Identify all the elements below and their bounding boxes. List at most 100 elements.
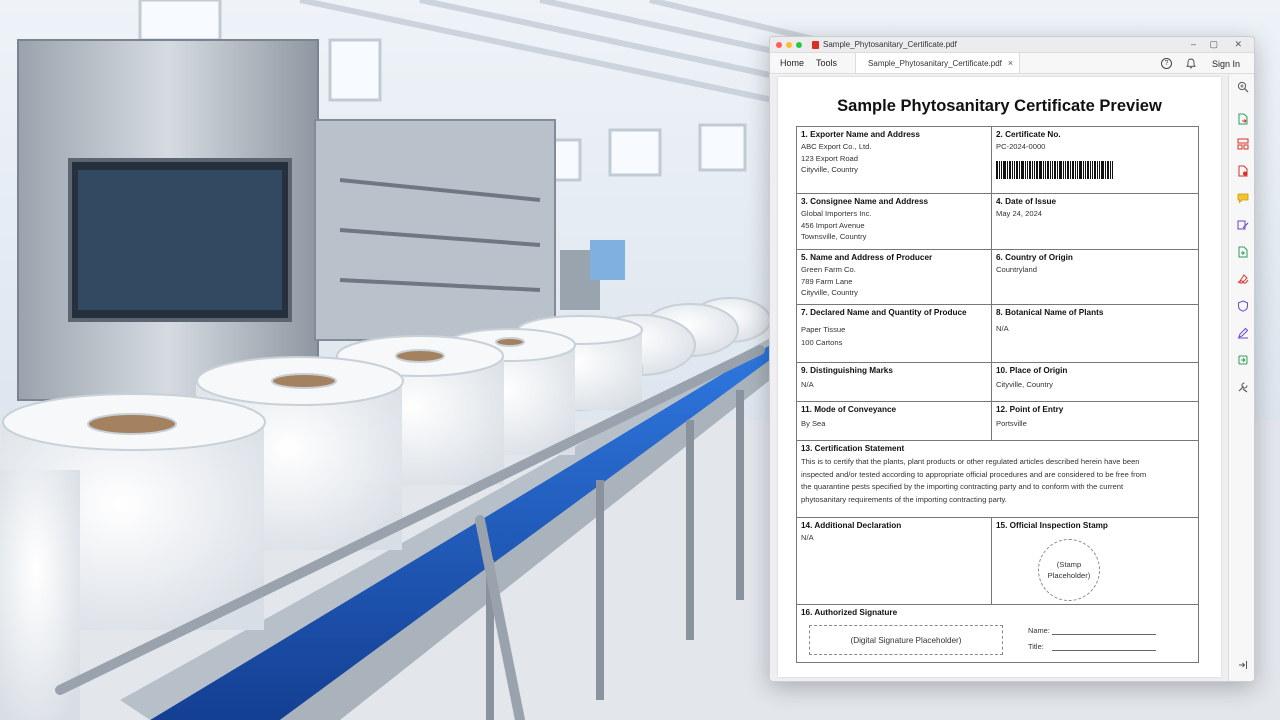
minimize-traffic-light[interactable] [786, 41, 792, 48]
botanical-name-value: N/A [996, 324, 1009, 333]
conveyance-cell: 11. Mode of Conveyance By Sea [797, 402, 992, 441]
certificate-grid: 1. Exporter Name and Address ABC Export … [796, 126, 1199, 663]
date-of-issue-cell: 4. Date of Issue May 24, 2024 [992, 194, 1198, 250]
marks-label: 9. Distinguishing Marks [801, 366, 893, 375]
maximize-button[interactable]: ▢ [1209, 39, 1218, 49]
stamp-placeholder: (Stamp Placeholder) [1038, 539, 1100, 601]
barcode-bar [1007, 160, 1008, 179]
export-pdf-icon[interactable] [1237, 113, 1249, 125]
place-of-origin-cell: 10. Place of Origin Cityville, Country [992, 363, 1198, 402]
sign-in-button[interactable]: Sign In [1212, 59, 1240, 69]
request-signature-icon[interactable] [1237, 219, 1249, 231]
document-tab[interactable]: Sample_Phytosanitary_Certificate.pdf × [855, 53, 1021, 73]
marks-cell: 9. Distinguishing Marks N/A [797, 363, 992, 402]
barcode-bar [1012, 160, 1013, 179]
signature-placeholder[interactable]: (Digital Signature Placeholder) [809, 625, 1003, 655]
exporter-line: Cityville, Country [801, 165, 858, 174]
conveyance-label: 11. Mode of Conveyance [801, 405, 897, 414]
producer-label: 5. Name and Address of Producer [801, 253, 933, 262]
tools-menu[interactable]: Tools [814, 53, 847, 73]
zoom-icon[interactable] [1237, 81, 1249, 93]
botanical-name-cell: 8. Botanical Name of Plants N/A [992, 305, 1198, 363]
document-tab-label: Sample_Phytosanitary_Certificate.pdf [868, 58, 1002, 68]
statement-line: the quarantine pests specified by the im… [801, 482, 1124, 491]
barcode-bar [1070, 160, 1071, 179]
certificate-no-cell: 2. Certificate No. PC-2024-0000 [992, 127, 1198, 194]
country-of-origin-cell: 6. Country of Origin Countryland [992, 250, 1198, 305]
producer-cell: 5. Name and Address of Producer Green Fa… [797, 250, 992, 305]
name-label: Name: [1028, 626, 1050, 635]
barcode-bar [1112, 160, 1113, 179]
barcode-bar [1063, 160, 1064, 179]
authorized-signature-label: 16. Authorized Signature [801, 608, 898, 617]
point-of-entry-cell: 12. Point of Entry Portsville [992, 402, 1198, 441]
organize-pages-icon[interactable] [1237, 138, 1249, 150]
fill-sign-icon[interactable] [1237, 273, 1249, 285]
close-traffic-light[interactable] [776, 41, 782, 48]
barcode-bar [1043, 160, 1044, 179]
edit-pdf-icon[interactable] [1237, 165, 1249, 177]
markup-icon[interactable] [1237, 327, 1249, 339]
barcode-bar [1079, 160, 1082, 179]
compress-icon[interactable] [1237, 354, 1249, 366]
barcode-bar [1052, 160, 1053, 179]
produce-line: 100 Cartons [801, 338, 843, 347]
stamp-line: (Stamp [1056, 560, 1082, 569]
help-icon[interactable]: ? [1160, 58, 1172, 69]
inspection-stamp-cell: 15. Official Inspection Stamp (Stamp Pla… [992, 518, 1198, 605]
additional-declaration-label: 14. Additional Declaration [801, 521, 902, 530]
conveyance-value: By Sea [801, 419, 826, 428]
certification-statement-cell: 13. Certification Statement This is to c… [797, 441, 1198, 518]
minimize-button[interactable]: – [1191, 39, 1196, 49]
barcode-bar [1105, 160, 1106, 179]
additional-declaration-cell: 14. Additional Declaration N/A [797, 518, 992, 605]
stamp-line: Placeholder) [1047, 571, 1091, 580]
certificate-no-value: PC-2024-0000 [996, 142, 1046, 151]
exporter-line: 123 Export Road [801, 153, 858, 163]
barcode-bar [1099, 160, 1100, 179]
zoom-traffic-light[interactable] [796, 41, 802, 48]
comment-icon[interactable] [1237, 192, 1249, 204]
barcode-bar [1057, 160, 1058, 179]
producer-line: 789 Farm Lane [801, 276, 853, 286]
barcode-bar [1001, 160, 1002, 179]
create-pdf-icon[interactable] [1237, 246, 1249, 258]
barcode-bar [1032, 160, 1033, 179]
barcode-bar [1072, 160, 1074, 179]
barcode-bar [999, 160, 1000, 179]
close-button[interactable]: ✕ [1234, 39, 1242, 49]
certification-statement-label: 13. Certification Statement [801, 444, 905, 453]
consignee-line: Global Importers Inc. [801, 209, 872, 218]
pdf-viewer-window: Sample_Phytosanitary_Certificate.pdf – ▢… [769, 36, 1255, 682]
produce-label: 7. Declared Name and Quantity of Produce [801, 308, 967, 317]
tab-close-icon[interactable]: × [1008, 58, 1013, 68]
notification-bell-icon[interactable] [1186, 58, 1196, 69]
barcode-bar [1003, 160, 1006, 179]
barcode-bar [1090, 160, 1091, 179]
barcode-bar [1107, 160, 1109, 179]
statement-line: phytosanitary requirements of the import… [801, 494, 1007, 504]
barcode-bar [1092, 160, 1093, 179]
barcode-bar [1059, 160, 1062, 179]
main-toolbar: Home Tools Sample_Phytosanitary_Certific… [770, 53, 1254, 74]
more-tools-icon[interactable] [1237, 381, 1249, 393]
marks-value: N/A [801, 380, 814, 389]
date-of-issue-label: 4. Date of Issue [996, 197, 1057, 206]
collapse-panel-icon[interactable] [1237, 659, 1249, 671]
statement-line: This is to certify that the plants, plan… [801, 457, 1140, 466]
barcode-bar [1034, 160, 1035, 179]
protect-icon[interactable] [1237, 300, 1249, 312]
produce-line: Paper Tissue [801, 325, 846, 334]
inspection-stamp-label: 15. Official Inspection Stamp [996, 521, 1108, 530]
barcode-bar [1067, 160, 1069, 179]
exporter-label: 1. Exporter Name and Address [801, 130, 920, 139]
barcode-bar [1110, 160, 1111, 179]
barcode-bar [996, 160, 998, 179]
title-line [1052, 650, 1156, 651]
barcode-bar [1039, 160, 1042, 179]
window-title: Sample_Phytosanitary_Certificate.pdf [823, 40, 957, 49]
barcode-bar [1045, 160, 1046, 179]
produce-cell: 7. Declared Name and Quantity of Produce… [797, 305, 992, 363]
barcode-bar [1050, 160, 1051, 179]
home-menu[interactable]: Home [770, 53, 814, 73]
